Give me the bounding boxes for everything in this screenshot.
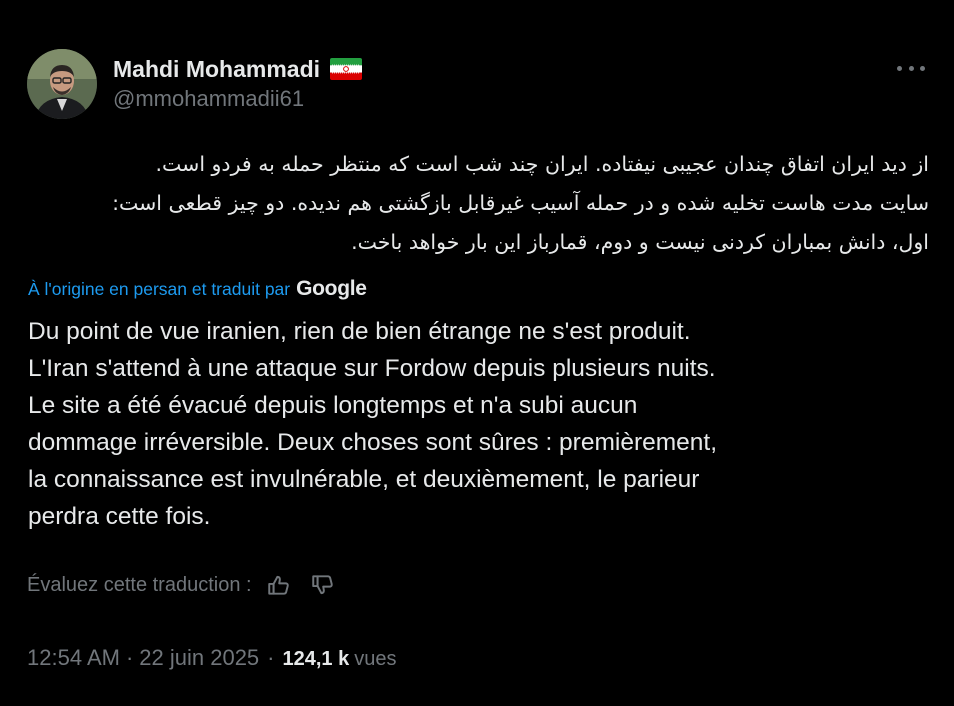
rate-translation-label: Évaluez cette traduction : bbox=[27, 573, 252, 596]
dot bbox=[920, 65, 925, 71]
original-line: سایت مدت هاست تخلیه شده و در حمله آسیب غ… bbox=[112, 191, 929, 215]
rate-translation: Évaluez cette traduction : bbox=[27, 572, 336, 598]
dot bbox=[897, 65, 902, 71]
views-count[interactable]: 124,1 k bbox=[283, 648, 350, 671]
tweet-time[interactable]: 12:54 AM bbox=[27, 645, 120, 671]
thumbs-down-icon[interactable] bbox=[310, 572, 336, 598]
tweet-date[interactable]: 22 juin 2025 bbox=[139, 645, 259, 671]
dot bbox=[908, 65, 914, 71]
thumbs-up-icon[interactable] bbox=[266, 572, 292, 598]
translation-line: perdra cette fois. bbox=[28, 503, 211, 530]
translation-attribution[interactable]: À l'origine en persan et traduit par Goo… bbox=[28, 277, 367, 301]
author-handle[interactable]: @mmohammadii61 bbox=[113, 86, 362, 112]
original-text: از دید ایران اتفاق چندان عجیبی نیفتاده. … bbox=[49, 145, 929, 262]
tweet: Mahdi Mohammadi @mmohammadii61 از دید ای… bbox=[0, 0, 954, 706]
translation-line: la connaissance est invulnérable, et deu… bbox=[28, 466, 700, 493]
avatar[interactable] bbox=[27, 49, 97, 119]
tweet-meta: 12:54 AM · 22 juin 2025 · 124,1 k vues bbox=[27, 645, 396, 671]
translation-attribution-label: À l'origine en persan et traduit par bbox=[28, 278, 291, 299]
meta-separator: · bbox=[125, 645, 134, 670]
more-options-icon[interactable] bbox=[897, 56, 925, 80]
iran-flag-icon bbox=[330, 58, 363, 80]
translation-line: Le site a été évacué depuis longtemps et… bbox=[28, 392, 638, 419]
google-logo: Google bbox=[296, 277, 367, 300]
meta-separator: · bbox=[267, 645, 275, 670]
original-line: اول، دانش بمباران کردنی نیست و دوم، قمار… bbox=[351, 230, 929, 254]
avatar-image bbox=[27, 49, 97, 119]
translation-line: dommage irréversible. Deux choses sont s… bbox=[28, 429, 718, 456]
translated-text: Du point de vue iranien, rien de bien ét… bbox=[28, 313, 928, 535]
translation-line: L'Iran s'attend à une attaque sur Fordow… bbox=[28, 355, 716, 382]
original-line: از دید ایران اتفاق چندان عجیبی نیفتاده. … bbox=[155, 152, 930, 176]
translation-line: Du point de vue iranien, rien de bien ét… bbox=[28, 318, 691, 345]
author-name[interactable]: Mahdi Mohammadi bbox=[113, 56, 320, 83]
author-block: Mahdi Mohammadi @mmohammadii61 bbox=[113, 54, 363, 112]
views-label: vues bbox=[354, 648, 397, 670]
